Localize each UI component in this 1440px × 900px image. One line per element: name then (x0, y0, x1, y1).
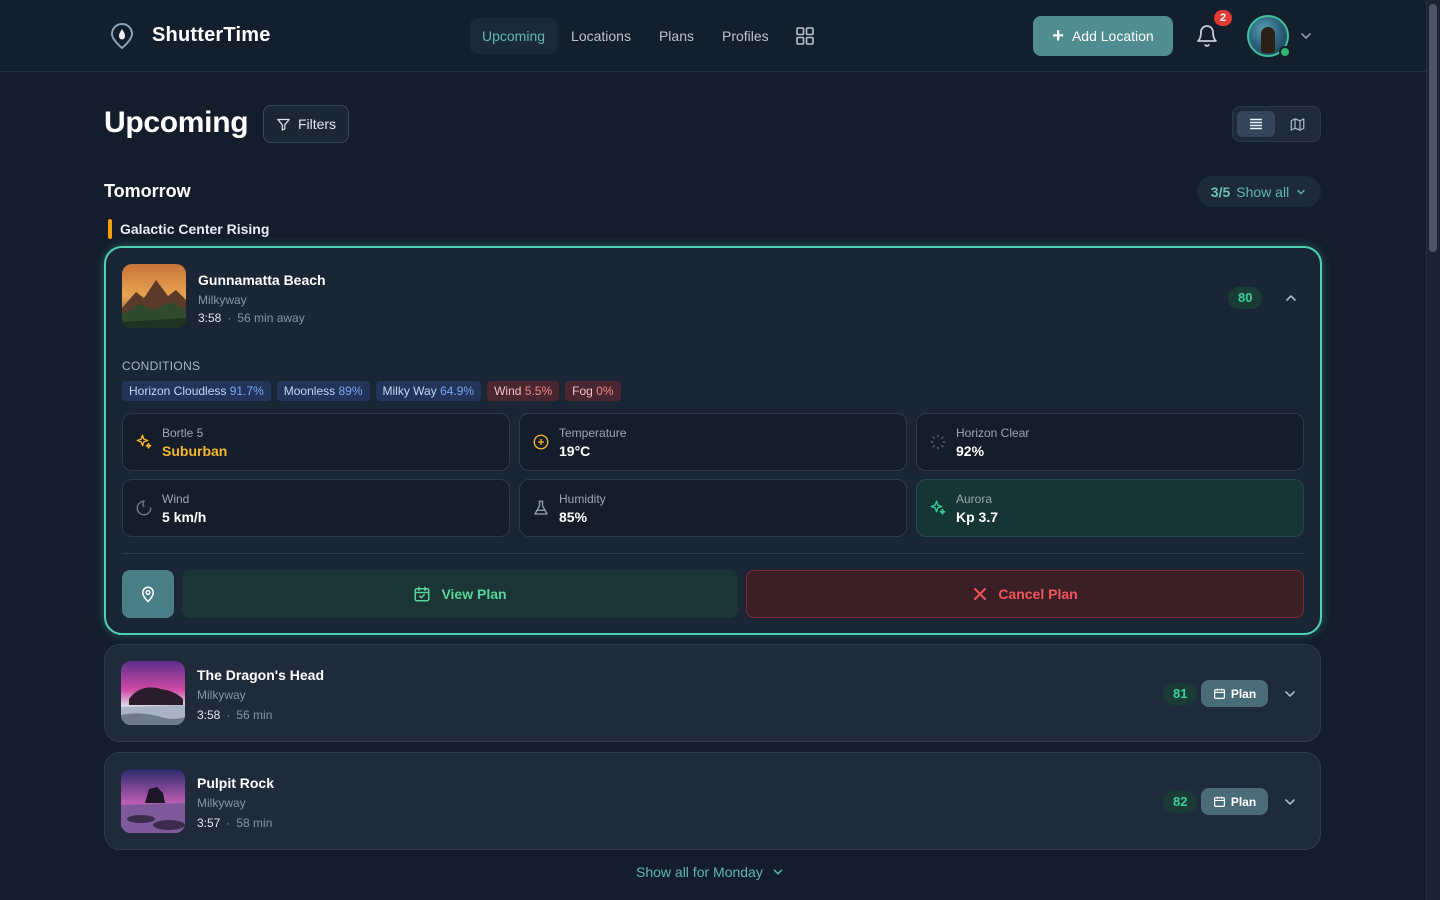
metric-aurora: Aurora Kp 3.7 (916, 479, 1304, 537)
loader-icon (930, 434, 946, 450)
nav-plans[interactable]: Plans (645, 18, 708, 54)
plan-button[interactable]: Plan (1201, 788, 1268, 815)
map-view-button[interactable] (1279, 111, 1317, 137)
sun-icon (533, 434, 549, 450)
cancel-plan-button[interactable]: Cancel Plan (746, 570, 1304, 618)
metric-horizon-clear: Horizon Clear 92% (916, 413, 1304, 471)
main-nav: Upcoming Locations Plans Profiles (470, 18, 823, 54)
location-card[interactable]: Pulpit Rock Milkyway 3:57 · 58 min 82 Pl… (104, 752, 1321, 850)
sparkles-icon (136, 434, 152, 449)
calendar-icon (1213, 688, 1225, 699)
scrollbar-thumb[interactable] (1429, 4, 1437, 252)
count-label: 3/5 (1210, 183, 1231, 200)
chevron-down-icon (773, 869, 783, 875)
show-all-monday-label: Show all for Monday (636, 864, 763, 880)
notification-badge: 2 (1214, 10, 1232, 26)
travel-time: 56 min away (237, 311, 305, 325)
event-group-label: Galactic Center Rising (108, 219, 269, 239)
view-toggle (1232, 106, 1321, 142)
condition-chip: Fog 0% (565, 381, 621, 401)
metric-bortle: Bortle 5 Suburban (122, 413, 510, 471)
metric-humidity: Humidity 85% (519, 479, 907, 537)
event-time: 3:58 (198, 311, 222, 325)
show-all-button[interactable]: 3/5 Show all (1197, 176, 1321, 207)
location-type: Milkyway (197, 796, 246, 810)
location-card[interactable]: The Dragon's Head Milkyway 3:58 · 56 min… (104, 644, 1321, 742)
filters-label: Filters (297, 116, 337, 132)
location-type: Milkyway (198, 293, 247, 307)
plan-button[interactable]: Plan (1201, 680, 1268, 707)
section-title: Tomorrow (104, 181, 191, 201)
score-badge: 81 (1163, 683, 1198, 705)
group-color-bar (108, 219, 112, 239)
chevron-down-icon[interactable] (1282, 686, 1298, 702)
map-pin-icon (141, 586, 155, 603)
location-type: Milkyway (197, 688, 246, 702)
divider (122, 553, 1304, 554)
top-header: ShutterTime Upcoming Locations Plans Pro… (0, 0, 1426, 72)
plus-icon: + (1052, 25, 1064, 47)
location-time: 3:57 · 58 min (197, 816, 273, 830)
add-location-button[interactable]: + Add Location (1033, 16, 1173, 56)
map-pin-button[interactable] (122, 570, 174, 618)
map-icon (1290, 117, 1305, 131)
conditions-chips: Horizon Cloudless 91.7% Moonless 89% Mil… (122, 381, 621, 401)
page-title: Upcoming (104, 106, 249, 139)
group-title: Galactic Center Rising (120, 221, 270, 237)
calendar-icon (1213, 796, 1225, 807)
metric-temperature: Temperature 19°C (519, 413, 907, 471)
apps-grid-icon[interactable] (787, 18, 823, 54)
filters-button[interactable]: Filters (263, 105, 349, 143)
metric-wind: Wind 5 km/h (122, 479, 510, 537)
condition-chip: Moonless 89% (276, 381, 370, 401)
score-badge: 82 (1163, 791, 1198, 813)
flask-icon (534, 500, 548, 515)
chevron-down-icon[interactable] (1282, 794, 1298, 810)
add-location-label: Add Location (1071, 28, 1154, 44)
location-time: 3:58 · 56 min away (198, 311, 305, 325)
location-thumbnail (121, 661, 185, 725)
filter-icon (277, 118, 290, 131)
online-status-dot (1279, 46, 1291, 58)
show-all-monday-button[interactable]: Show all for Monday (636, 862, 785, 882)
brand-name[interactable]: ShutterTime (152, 24, 271, 47)
chevron-up-icon[interactable] (1283, 290, 1299, 306)
calendar-check-icon (414, 586, 430, 602)
sparkles-icon (930, 500, 946, 515)
condition-chip: Milky Way 64.9% (375, 381, 482, 401)
list-icon (1249, 118, 1262, 130)
chevron-down-icon (1297, 189, 1305, 194)
location-name[interactable]: The Dragon's Head (197, 667, 324, 683)
list-view-button[interactable] (1237, 111, 1275, 137)
separator-dot: · (227, 311, 232, 325)
location-time: 3:58 · 56 min (197, 708, 273, 722)
location-pin-logo-icon[interactable] (110, 23, 134, 49)
view-plan-button[interactable]: View Plan (182, 570, 738, 618)
nav-upcoming[interactable]: Upcoming (470, 18, 558, 54)
nav-locations[interactable]: Locations (557, 18, 645, 54)
wind-icon (136, 500, 152, 516)
bell-icon[interactable] (1195, 24, 1219, 48)
location-card-expanded[interactable]: Gunnamatta Beach Milkyway 3:58 · 56 min … (104, 246, 1322, 635)
location-thumbnail (121, 769, 185, 833)
cancel-plan-label: Cancel Plan (998, 586, 1078, 602)
view-plan-label: View Plan (441, 586, 507, 602)
nav-profiles[interactable]: Profiles (708, 18, 783, 54)
close-icon (974, 588, 987, 600)
location-name[interactable]: Pulpit Rock (197, 775, 274, 791)
location-name[interactable]: Gunnamatta Beach (198, 272, 326, 288)
condition-chip: Horizon Cloudless 91.7% (122, 381, 271, 401)
condition-chip: Wind 5.5% (487, 381, 560, 401)
chevron-down-icon[interactable] (1298, 28, 1314, 44)
conditions-label: CONDITIONS (122, 359, 201, 373)
location-thumbnail (122, 264, 186, 328)
show-all-label: Show all (1236, 183, 1290, 200)
score-badge: 80 (1228, 287, 1263, 309)
